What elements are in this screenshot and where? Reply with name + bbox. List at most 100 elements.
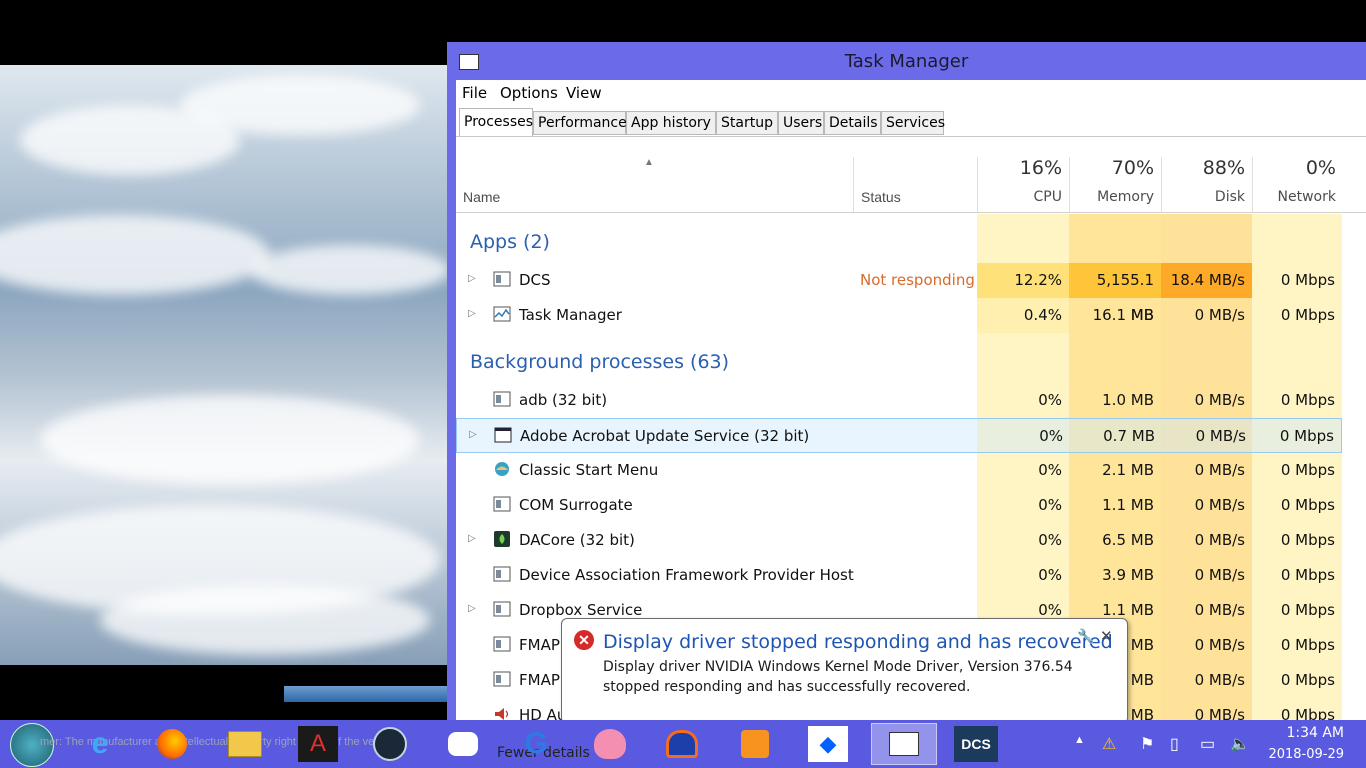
cpu-value: 0.4%: [977, 298, 1069, 333]
menu-bar: File Options View: [456, 80, 1366, 104]
column-disk[interactable]: Disk: [1161, 189, 1245, 205]
firefox-icon[interactable]: [152, 726, 192, 762]
error-icon: ✕: [574, 630, 594, 650]
media-player-icon[interactable]: [735, 726, 775, 762]
file-explorer-icon[interactable]: [225, 726, 265, 762]
title-bar[interactable]: Task Manager: [447, 42, 1366, 80]
tab-processes[interactable]: Processes: [459, 108, 533, 136]
window-icon: [493, 601, 511, 617]
process-row[interactable]: COM Surrogate 0% 1.1 MB 0 MB/s 0 Mbps: [456, 488, 1342, 523]
disk-value: 0 MB/s: [1194, 671, 1245, 689]
process-name: Task Manager: [519, 306, 622, 324]
tab-startup[interactable]: Startup: [716, 111, 778, 135]
memory-value: 3.9 MB: [1102, 566, 1154, 584]
process-row[interactable]: Classic Start Menu 0% 2.1 MB 0 MB/s 0 Mb…: [456, 453, 1342, 488]
cpu-value: 0%: [1038, 531, 1062, 549]
clock-time[interactable]: 1:34 AM: [1286, 725, 1344, 741]
show-hidden-icons-chevron[interactable]: ▲: [1074, 734, 1085, 746]
process-row[interactable]: ▷ DACore (32 bit) 0% 6.5 MB 0 MB/s 0 Mbp…: [456, 523, 1342, 558]
network-value: 0 Mbps: [1280, 601, 1335, 619]
tab-details[interactable]: Details: [824, 111, 881, 135]
disk-value: 0 MB/s: [1194, 496, 1245, 514]
process-name: DCS: [519, 271, 551, 289]
memory-percent[interactable]: 70%: [1069, 157, 1154, 179]
memory-value: 0.7 MB: [1103, 427, 1155, 445]
column-name[interactable]: Name: [463, 189, 500, 205]
cpu-percent[interactable]: 16%: [977, 157, 1062, 179]
group-background-processes[interactable]: Background processes (63): [470, 351, 729, 373]
column-network[interactable]: Network: [1252, 189, 1336, 205]
window-icon: [493, 566, 511, 582]
memory-value: 1.1 MB: [1102, 496, 1154, 514]
network-value: 0 Mbps: [1280, 496, 1335, 514]
expand-arrow-icon[interactable]: ▷: [468, 603, 476, 614]
window-icon: [493, 496, 511, 512]
expand-arrow-icon[interactable]: ▷: [469, 429, 477, 440]
game-window: [0, 65, 448, 665]
process-row-task-manager[interactable]: ▷ Task Manager 0.4% 16.1 MB 0 MB/s 0 Mbp…: [456, 298, 1342, 333]
menu-file[interactable]: File: [462, 84, 487, 102]
network-icon[interactable]: ▭: [1200, 734, 1215, 754]
process-name: Adobe Acrobat Update Service (32 bit): [520, 427, 810, 445]
tab-performance[interactable]: Performance: [533, 111, 627, 135]
network-value: 0 Mbps: [1280, 531, 1335, 549]
sort-arrow-icon[interactable]: ▲: [644, 157, 654, 168]
memory-value: 16.1 MB: [1092, 306, 1154, 324]
group-apps[interactable]: Apps (2): [470, 231, 550, 253]
disk-value: 0 MB/s: [1194, 461, 1245, 479]
memory-value: 6.5 MB: [1102, 531, 1154, 549]
cpu-value: 12.2%: [977, 263, 1069, 298]
column-memory[interactable]: Memory: [1069, 189, 1154, 205]
discord-icon[interactable]: [443, 726, 483, 762]
dropbox-icon[interactable]: ◆: [808, 726, 848, 762]
volume-icon[interactable]: 🔈: [1230, 734, 1250, 754]
octopus-icon[interactable]: [590, 726, 630, 762]
tab-users[interactable]: Users: [778, 111, 824, 135]
disk-value: 18.4 MB/s: [1161, 263, 1252, 298]
warning-icon[interactable]: ⚠: [1102, 734, 1116, 754]
expand-arrow-icon[interactable]: ▷: [468, 308, 476, 319]
close-icon[interactable]: ✕: [1100, 627, 1113, 645]
process-row-dcs[interactable]: ▷ DCS Not responding 12.2% 5,155.1 MB 18…: [456, 263, 1342, 324]
vertical-scrollbar[interactable]: [1342, 214, 1366, 723]
column-status[interactable]: Status: [861, 189, 901, 205]
cpu-value: 0%: [1038, 391, 1062, 409]
process-name: Device Association Framework Provider Ho…: [519, 566, 854, 584]
disk-value: 0 MB/s: [1194, 306, 1245, 324]
acrobat-icon[interactable]: A: [298, 726, 338, 762]
notification-message: Display driver NVIDIA Windows Kernel Mod…: [603, 659, 1073, 695]
process-status: Not responding: [860, 271, 975, 289]
task-manager-taskbar-button[interactable]: [871, 723, 937, 765]
power-icon[interactable]: ▯: [1170, 734, 1179, 754]
dcs-icon[interactable]: DCS: [954, 726, 998, 762]
steam-icon[interactable]: [370, 726, 410, 762]
flag-icon[interactable]: ⚑: [1140, 734, 1154, 754]
network-percent[interactable]: 0%: [1252, 157, 1336, 179]
tab-services[interactable]: Services: [881, 111, 945, 135]
tab-app-history[interactable]: App history: [626, 111, 716, 135]
audacity-icon[interactable]: [662, 726, 702, 762]
process-row[interactable]: Device Association Framework Provider Ho…: [456, 558, 1342, 593]
internet-explorer-icon[interactable]: e: [80, 726, 120, 762]
cpu-value: 0%: [1038, 566, 1062, 584]
menu-options[interactable]: Options: [500, 84, 558, 102]
task-manager-icon: [493, 306, 511, 322]
notification-balloon[interactable]: ✕ Display driver stopped responding and …: [561, 618, 1128, 724]
wrench-icon[interactable]: 🔧: [1077, 628, 1094, 645]
memory-value: 5,155.1 MB: [1069, 263, 1161, 324]
disk-value: 0 MB/s: [1194, 566, 1245, 584]
expand-arrow-icon[interactable]: ▷: [468, 533, 476, 544]
disk-percent[interactable]: 88%: [1161, 157, 1245, 179]
process-name: DACore (32 bit): [519, 531, 635, 549]
column-cpu[interactable]: CPU: [977, 189, 1062, 205]
process-row[interactable]: adb (32 bit) 0% 1.0 MB 0 MB/s 0 Mbps: [456, 383, 1342, 418]
shell-icon: [495, 462, 509, 476]
network-value: 0 Mbps: [1280, 306, 1335, 324]
clock-date[interactable]: 2018-09-29: [1268, 747, 1344, 762]
window-icon: [493, 271, 511, 287]
process-row-selected[interactable]: ▷ Adobe Acrobat Update Service (32 bit) …: [456, 418, 1342, 453]
menu-view[interactable]: View: [566, 84, 602, 102]
expand-arrow-icon[interactable]: ▷: [468, 273, 476, 284]
logitech-g-icon[interactable]: G: [516, 726, 556, 762]
cpu-value: 0%: [1038, 461, 1062, 479]
